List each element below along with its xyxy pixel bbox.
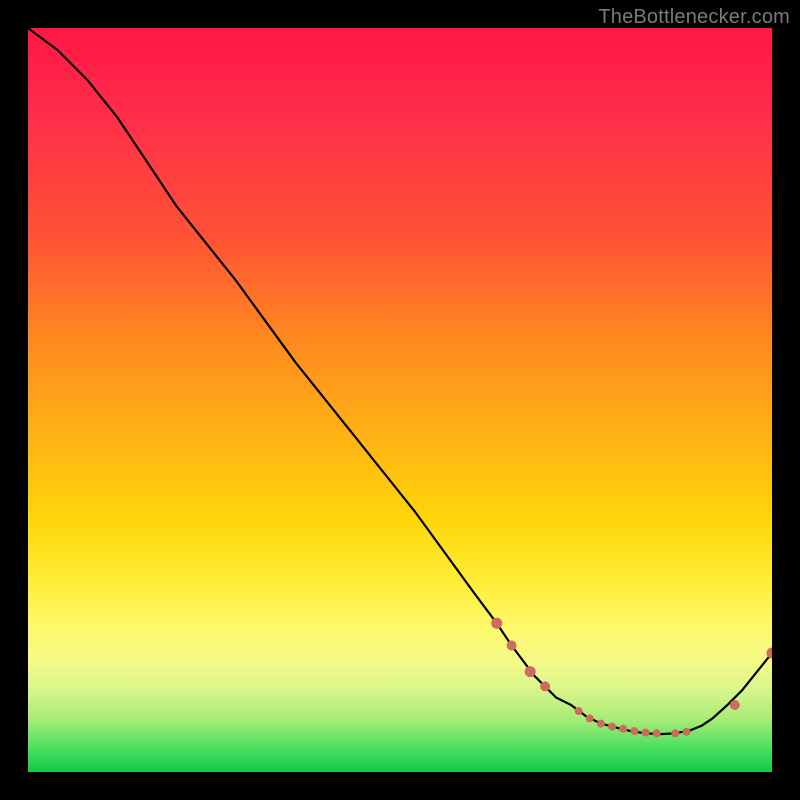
data-marker bbox=[730, 700, 740, 710]
chart-frame: TheBottlenecker.com bbox=[0, 0, 800, 800]
data-marker bbox=[642, 729, 650, 737]
data-marker bbox=[671, 729, 679, 737]
data-marker bbox=[619, 725, 627, 733]
data-marker bbox=[767, 648, 773, 659]
curve-svg bbox=[28, 28, 772, 772]
data-marker bbox=[491, 618, 502, 629]
data-marker bbox=[540, 681, 550, 691]
bottleneck-curve bbox=[28, 28, 772, 734]
data-marker bbox=[608, 723, 616, 731]
data-marker bbox=[682, 728, 690, 736]
data-marker bbox=[630, 727, 638, 735]
data-marker bbox=[586, 714, 594, 722]
data-marker bbox=[653, 729, 661, 737]
data-marker bbox=[525, 666, 536, 677]
watermark-text: TheBottlenecker.com bbox=[598, 6, 790, 29]
data-markers bbox=[491, 618, 772, 738]
data-marker bbox=[597, 720, 605, 728]
data-marker bbox=[507, 641, 517, 651]
data-marker bbox=[575, 707, 583, 715]
chart-plot-area bbox=[28, 28, 772, 772]
